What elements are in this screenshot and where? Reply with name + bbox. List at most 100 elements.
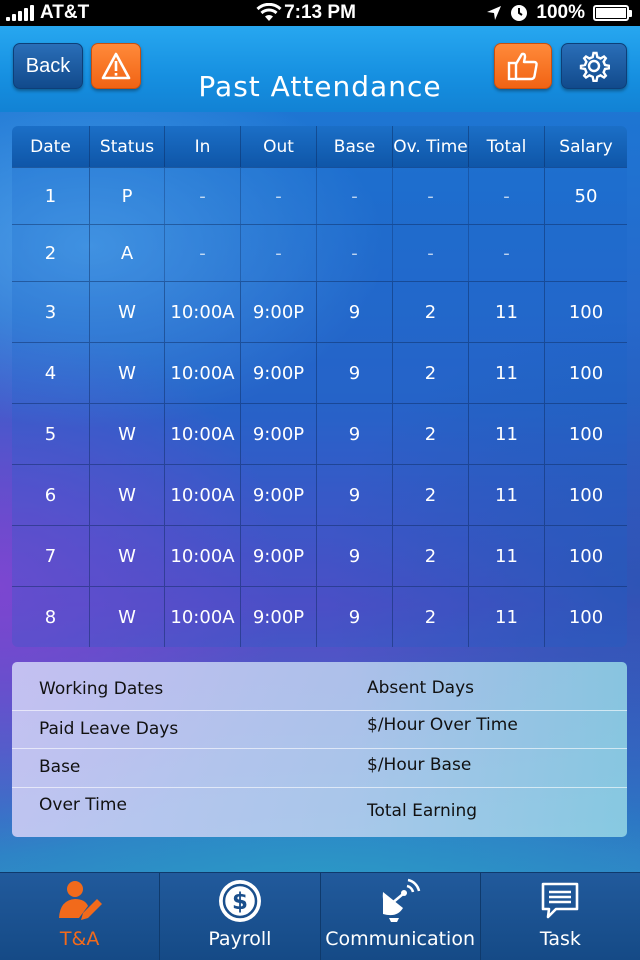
cell-out: 9:00P — [240, 404, 316, 464]
cell-base: 9 — [316, 587, 392, 647]
cell-in: 10:00A — [164, 343, 240, 403]
alert-button[interactable] — [91, 43, 141, 89]
chat-bubble-icon — [542, 882, 579, 919]
column-header-out: Out — [240, 126, 316, 167]
cell-base: 9 — [316, 526, 392, 586]
table-row[interactable]: 7 W 10:00A 9:00P 9 2 11 100 — [12, 525, 627, 586]
cell-in: 10:00A — [164, 526, 240, 586]
cell-date: 3 — [44, 301, 57, 323]
cell-date: 4 — [44, 362, 57, 384]
cell-total: 11 — [468, 526, 544, 586]
tab-label: Task — [539, 928, 581, 950]
summary-panel: Working Dates Absent Days Paid Leave Day… — [12, 662, 627, 837]
column-header-status: Status — [89, 126, 164, 167]
cell-out: 9:00P — [240, 465, 316, 525]
table-row[interactable]: 3 W 10:00A 9:00P 9 2 11 100 — [12, 281, 627, 342]
column-header-salary: Salary — [544, 126, 627, 167]
warning-icon — [101, 52, 131, 80]
table-row[interactable]: 1 P - - - - -50 — [12, 167, 627, 224]
over-time-label: Over Time — [39, 795, 127, 815]
cell-date: 7 — [44, 545, 57, 567]
table-row[interactable]: 2A----- — [12, 224, 627, 281]
cell-overtime: 2 — [392, 404, 468, 464]
tab-task[interactable]: Task — [479, 873, 640, 960]
hour-base-label: $/Hour Base — [367, 755, 472, 775]
cell-total: 11 — [468, 282, 544, 342]
tab-label: Payroll — [208, 928, 272, 950]
person-pencil-icon — [58, 881, 102, 920]
cell-salary: 100 — [544, 404, 627, 464]
like-button[interactable] — [494, 43, 552, 89]
cell-overtime: - — [392, 168, 468, 224]
cell-base: - — [316, 225, 392, 281]
cell-out: 9:00P — [240, 526, 316, 586]
cell-in: - — [164, 225, 240, 281]
cell-in: 10:00A — [164, 587, 240, 647]
cell-status: W — [89, 465, 164, 525]
cell-base: 9 — [316, 404, 392, 464]
gear-icon — [579, 51, 610, 82]
svg-text:$: $ — [232, 889, 248, 915]
absent-days-label: Absent Days — [367, 678, 475, 698]
cell-date: 1 — [44, 185, 57, 207]
tab-ta[interactable]: T&A — [0, 873, 159, 960]
cell-status: P — [89, 168, 164, 224]
table-row[interactable]: 6 W 10:00A 9:00P 9 2 11 100 — [12, 464, 627, 525]
location-arrow-icon — [487, 6, 502, 20]
tab-payroll[interactable]: $ Payroll — [159, 873, 319, 960]
battery-icon — [593, 5, 632, 21]
cell-total: 11 — [468, 587, 544, 647]
cell-total: - — [468, 225, 544, 281]
cell-overtime: 2 — [392, 465, 468, 525]
settings-button[interactable] — [561, 43, 627, 89]
cell-date: 2 — [44, 242, 57, 264]
summary-divider — [12, 710, 627, 711]
column-header-date: Date — [30, 136, 71, 157]
cell-total: 11 — [468, 343, 544, 403]
cell-total: 11 — [468, 465, 544, 525]
cell-status: A — [89, 225, 164, 281]
column-header-base: Base — [316, 126, 392, 167]
cell-base: 9 — [316, 343, 392, 403]
tab-communication[interactable]: Communication — [319, 873, 480, 960]
table-row[interactable]: 4 W 10:00A 9:00P 9 2 11 100 — [12, 342, 627, 403]
cell-base: 9 — [316, 282, 392, 342]
cell-status: W — [89, 343, 164, 403]
satellite-dish-icon — [382, 878, 421, 922]
paid-leave-days-label: Paid Leave Days — [39, 719, 179, 739]
back-button[interactable]: Back — [13, 43, 83, 89]
cell-salary: 100 — [544, 587, 627, 647]
cell-base: - — [316, 168, 392, 224]
cell-in: - — [164, 168, 240, 224]
cell-salary: 100 — [544, 526, 627, 586]
cell-date: 8 — [44, 606, 57, 628]
summary-divider — [12, 748, 627, 749]
cell-in: 10:00A — [164, 282, 240, 342]
cell-salary: 100 — [544, 465, 627, 525]
column-header-overtime: Ov. Time — [392, 126, 468, 167]
tab-bar: T&A $ Payroll Communication Task — [0, 872, 640, 960]
hour-over-time-label: $/Hour Over Time — [367, 715, 518, 735]
status-bar: AT&T 7:13 PM 100% — [0, 0, 640, 26]
summary-divider — [12, 787, 627, 788]
table-row[interactable]: 8 W 10:00A 9:00P 9 2 11 100 — [12, 586, 627, 647]
cell-out: 9:00P — [240, 343, 316, 403]
cell-overtime: 2 — [392, 343, 468, 403]
cell-out: - — [240, 225, 316, 281]
cell-overtime: - — [392, 225, 468, 281]
thumbs-up-icon — [507, 52, 538, 81]
cell-status: W — [89, 587, 164, 647]
cell-salary: 50 — [544, 168, 627, 224]
table-row[interactable]: 5 W 10:00A 9:00P 9 2 11 100 — [12, 403, 627, 464]
cell-salary: 100 — [544, 282, 627, 342]
tab-label: Communication — [325, 928, 475, 950]
tab-label: T&A — [59, 928, 100, 950]
cell-in: 10:00A — [164, 465, 240, 525]
battery-percent: 100% — [536, 2, 585, 23]
cell-out: 9:00P — [240, 587, 316, 647]
cell-salary: 100 — [544, 343, 627, 403]
cell-total: 11 — [468, 404, 544, 464]
cell-overtime: 2 — [392, 282, 468, 342]
attendance-table: Date Status In Out Base Ov. Time Total S… — [12, 126, 627, 647]
cell-total: - — [468, 168, 544, 224]
